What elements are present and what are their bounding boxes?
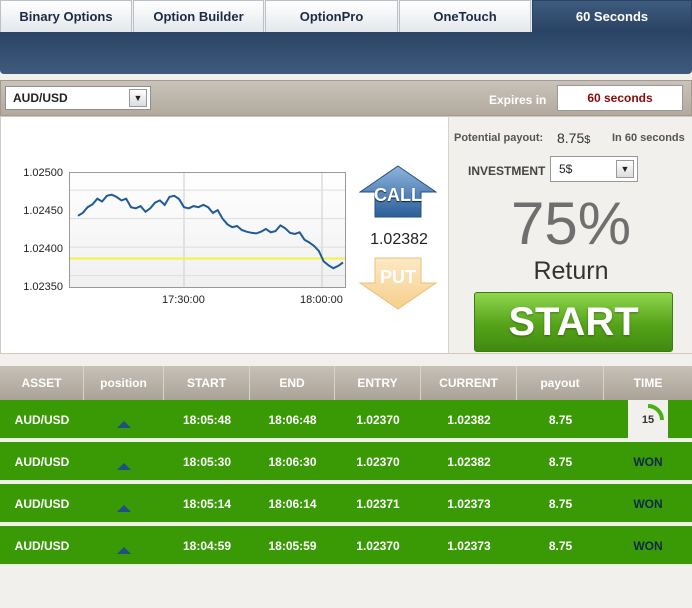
payout-amount: 8.75 xyxy=(557,130,585,146)
cell-current: 1.02373 xyxy=(447,497,491,511)
payout-time: In 60 seconds xyxy=(612,132,685,144)
cell-asset: AUD/USD xyxy=(14,539,70,553)
y-tick-label: 1.02350 xyxy=(23,281,63,293)
column-header: ENTRY xyxy=(335,366,421,400)
cell-entry: 1.02370 xyxy=(356,413,400,427)
cell-time: 15 xyxy=(604,400,692,440)
cell-position xyxy=(84,400,164,440)
call-label: CALL xyxy=(374,185,422,205)
order-panel: Potential payout: 8.75$ In 60 seconds IN… xyxy=(448,117,692,353)
trading-panel: 1.02500 1.02450 1.02400 1.02350 17:30:00… xyxy=(0,116,692,354)
x-tick-label: 17:30:00 xyxy=(162,294,205,306)
countdown-timer: 15 xyxy=(628,400,668,440)
x-tick-label: 18:00:00 xyxy=(300,294,343,306)
price-series-line xyxy=(77,193,344,270)
control-bar: AUD/USD ▼ Expires in 60 seconds xyxy=(0,80,692,116)
table-row: AUD/USD 18:05:14 18:06:14 1.02371 1.0237… xyxy=(0,484,692,524)
cell-asset: AUD/USD xyxy=(14,497,70,511)
y-tick-label: 1.02450 xyxy=(23,205,63,217)
cell-time: WON xyxy=(633,497,663,511)
asset-select[interactable]: AUD/USD ▼ xyxy=(5,86,151,110)
cell-payout: 8.75 xyxy=(548,497,573,511)
table-row: AUD/USD 18:05:48 18:06:48 1.02370 1.0238… xyxy=(0,400,692,440)
column-header: payout xyxy=(517,366,604,400)
asset-select-value: AUD/USD xyxy=(13,91,68,105)
column-header: START xyxy=(164,366,250,400)
cell-position xyxy=(84,526,164,566)
chevron-down-icon[interactable]: ▼ xyxy=(129,89,147,107)
cell-start: 18:04:59 xyxy=(182,539,232,553)
table-header: ASSET position START END ENTRY CURRENT p… xyxy=(0,366,692,400)
tab-option-builder[interactable]: Option Builder xyxy=(133,0,264,32)
cell-payout: 8.75 xyxy=(548,413,573,427)
put-button[interactable]: PUT xyxy=(358,257,438,310)
cell-end: 18:06:48 xyxy=(268,413,317,427)
y-tick-label: 1.02500 xyxy=(23,167,63,179)
up-triangle-icon xyxy=(117,546,131,554)
column-header: TIME xyxy=(633,376,663,390)
investment-select[interactable]: 5$ ▼ xyxy=(550,156,638,182)
payout-currency: $ xyxy=(584,134,591,146)
table-row: AUD/USD 18:05:30 18:06:30 1.02370 1.0238… xyxy=(0,442,692,482)
current-price: 1.02382 xyxy=(370,231,428,248)
investment-label: INVESTMENT xyxy=(468,164,546,178)
cell-entry: 1.02370 xyxy=(356,539,400,553)
cell-end: 18:06:30 xyxy=(268,455,317,469)
cell-entry: 1.02371 xyxy=(356,497,400,511)
tab-60-seconds[interactable]: 60 Seconds xyxy=(532,0,692,32)
tab-content-header xyxy=(0,32,692,74)
up-triangle-icon xyxy=(117,420,131,428)
return-percent: 75% xyxy=(510,190,632,257)
cell-time: WON xyxy=(633,539,663,553)
payout-label: Potential payout: xyxy=(454,132,544,144)
expires-label: Expires in xyxy=(489,93,547,107)
put-label: PUT xyxy=(380,267,416,287)
chevron-down-icon[interactable]: ▼ xyxy=(616,160,634,178)
price-chart-plot xyxy=(70,173,345,287)
price-chart xyxy=(69,172,346,288)
cell-current: 1.02373 xyxy=(447,539,491,553)
expires-value: 60 seconds xyxy=(557,85,683,111)
tab-optionpro[interactable]: OptionPro xyxy=(265,0,398,32)
tab-onetouch[interactable]: OneTouch xyxy=(399,0,531,32)
cell-current: 1.02382 xyxy=(447,413,491,427)
cell-start: 18:05:48 xyxy=(182,413,232,427)
cell-time: WON xyxy=(633,455,663,469)
cell-asset: AUD/USD xyxy=(14,413,70,427)
cell-payout: 8.75 xyxy=(548,455,573,469)
call-button[interactable]: CALL xyxy=(358,165,438,218)
cell-end: 18:05:59 xyxy=(268,539,317,553)
cell-end: 18:06:14 xyxy=(268,497,317,511)
cell-payout: 8.75 xyxy=(548,539,573,553)
product-tabs: Binary Options Option Builder OptionPro … xyxy=(0,0,692,32)
column-header: END xyxy=(250,366,335,400)
table-row: AUD/USD 18:04:59 18:05:59 1.02370 1.0237… xyxy=(0,526,692,566)
up-triangle-icon xyxy=(117,462,131,470)
countdown-value: 15 xyxy=(641,414,655,426)
column-header: CURRENT xyxy=(421,366,517,400)
cell-entry: 1.02370 xyxy=(356,455,400,469)
cell-start: 18:05:30 xyxy=(182,455,232,469)
cell-position xyxy=(84,442,164,482)
return-label: Return xyxy=(533,257,609,285)
up-triangle-icon xyxy=(117,504,131,512)
cell-asset: AUD/USD xyxy=(14,455,70,469)
cell-position xyxy=(84,484,164,524)
cell-current: 1.02382 xyxy=(447,455,491,469)
payout-value: 8.75$ xyxy=(557,130,590,146)
column-header: position xyxy=(84,366,164,400)
column-header: ASSET xyxy=(0,366,84,400)
start-button[interactable]: START xyxy=(474,292,673,352)
investment-value: 5$ xyxy=(559,162,573,176)
tab-binary-options[interactable]: Binary Options xyxy=(0,0,132,32)
y-tick-label: 1.02400 xyxy=(23,243,63,255)
cell-start: 18:05:14 xyxy=(182,497,232,511)
